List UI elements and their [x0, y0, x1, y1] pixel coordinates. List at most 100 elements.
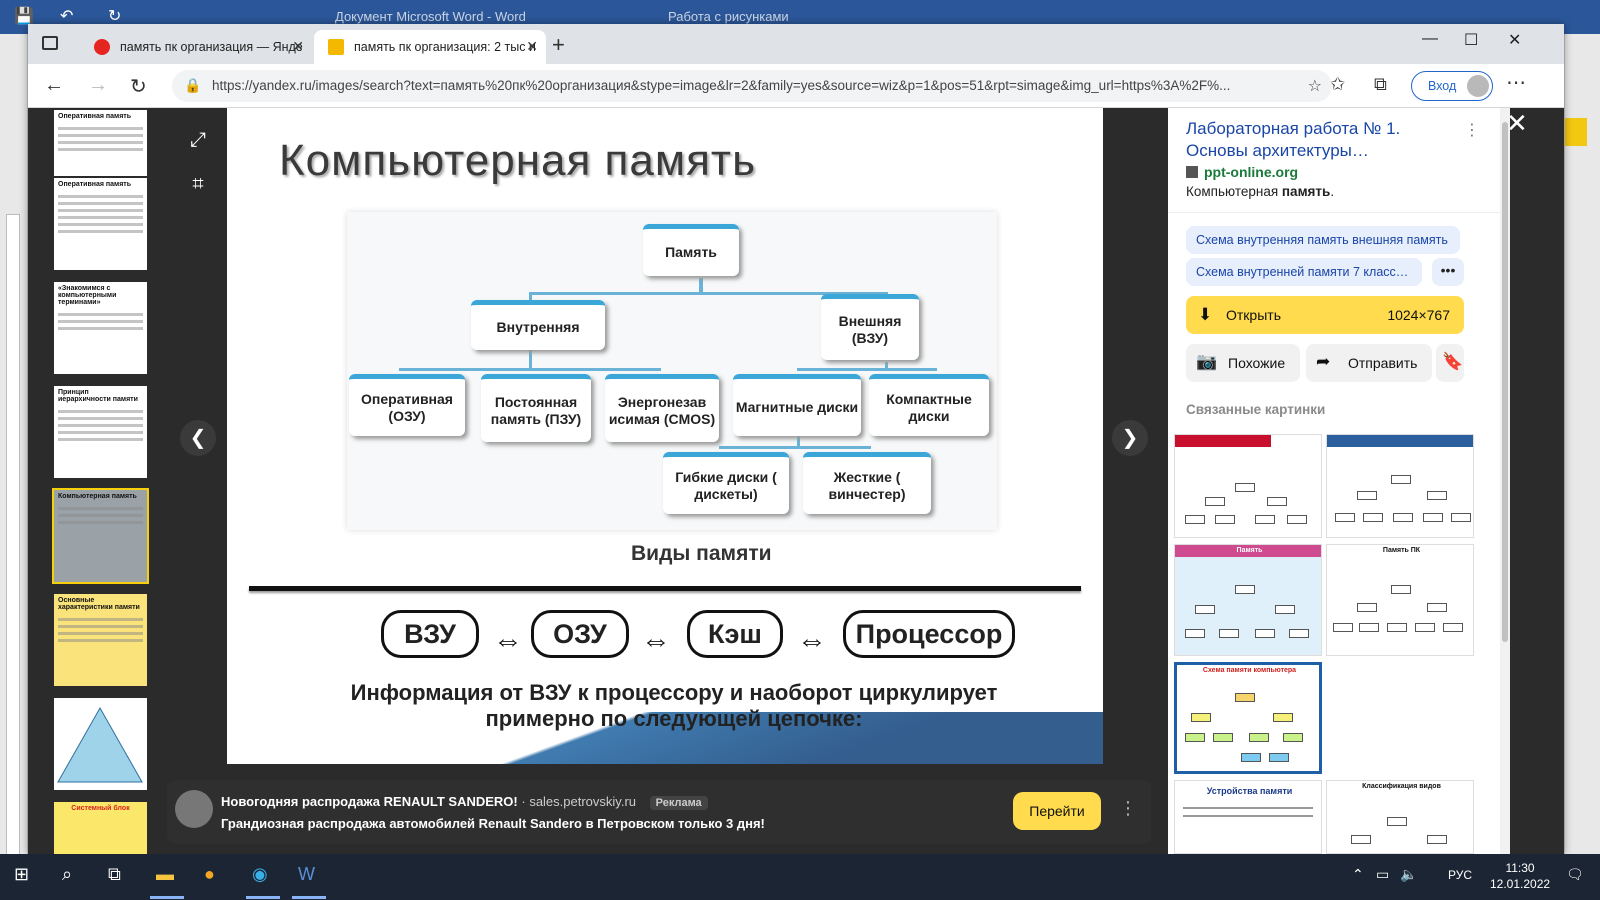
thumbnail-strip[interactable]: Оперативная память Оперативная память «З… — [50, 108, 154, 854]
ad-domain[interactable]: · sales.petrovskiy.ru — [521, 794, 636, 809]
start-icon[interactable]: ⊞ — [14, 864, 29, 885]
related-image[interactable]: Устройства памяти — [1174, 780, 1322, 854]
save-icon[interactable]: 💾 — [14, 6, 34, 26]
share-button[interactable]: ➦ Отправить — [1306, 344, 1432, 382]
forward-icon[interactable]: → — [88, 74, 108, 97]
url-text[interactable]: https://yandex.ru/images/search?text=пам… — [212, 78, 1272, 93]
file-explorer-icon[interactable]: ▬ — [156, 864, 174, 885]
maximize-icon[interactable]: ☐ — [1464, 30, 1478, 50]
task-view-icon[interactable]: ⧉ — [108, 864, 121, 885]
redo-icon[interactable]: ↻ — [108, 6, 121, 26]
source-description: Компьютерная память. — [1186, 184, 1335, 199]
thumbnail-item[interactable]: Оперативная память — [52, 176, 149, 272]
thumbnail-item[interactable]: Системный блок — [52, 800, 149, 854]
next-image-icon[interactable]: ❯ — [1112, 420, 1148, 456]
close-tab-icon[interactable]: ✕ — [526, 38, 538, 55]
browser-toolbar: ← → ↻ 🔒 https://yandex.ru/images/search?… — [28, 64, 1564, 108]
more-chips-button[interactable]: ••• — [1432, 258, 1464, 286]
word-icon[interactable]: W — [298, 864, 315, 885]
yandex-favicon-icon — [94, 39, 110, 55]
thumbnail-item[interactable] — [52, 696, 149, 792]
ad-banner[interactable]: Новогодняя распродажа RENAULT SANDERO! ·… — [167, 780, 1151, 844]
edge-icon[interactable]: ◉ — [252, 864, 268, 885]
fullscreen-icon[interactable]: ⤢ — [180, 122, 216, 158]
node-hard: Жесткие ( винчестер) — [803, 452, 931, 514]
back-icon[interactable]: ← — [44, 74, 64, 97]
thumbnail-item[interactable]: «Знакомимся с компьютерными терминами» — [52, 280, 149, 376]
notifications-icon[interactable]: 🗨 — [1566, 866, 1584, 883]
login-label: Вход — [1428, 79, 1457, 93]
new-tab-icon[interactable]: + — [552, 32, 565, 58]
site-name[interactable]: ppt-online.org — [1204, 164, 1298, 180]
tab-label: память пк организация — Янде — [120, 40, 303, 54]
collections-icon[interactable]: ⧉ — [1374, 74, 1387, 95]
pyramid-thumbnail — [57, 706, 143, 783]
car-ad-image — [175, 790, 213, 828]
show-hidden-icon[interactable]: ⌃ — [1352, 866, 1364, 883]
ad-text: Грандиозная распродажа автомобилей Renau… — [221, 816, 765, 831]
address-bar[interactable]: 🔒 https://yandex.ru/images/search?text=п… — [172, 70, 1332, 102]
image-info-panel: Лабораторная работа № 1. Основы архитект… — [1168, 108, 1500, 854]
source-title-link[interactable]: Лабораторная работа № 1. Основы архитект… — [1186, 118, 1446, 162]
bookmark-icon: 🔖 — [1442, 352, 1464, 371]
browser-window: память пк организация — Янде ✕ память пк… — [28, 24, 1564, 854]
undo-icon[interactable]: ↶ — [60, 6, 73, 26]
slide-title: Компьютерная память — [279, 136, 757, 185]
tab-yandex-images[interactable]: память пк организация: 2 тыс и ✕ — [314, 30, 546, 64]
query-chip[interactable]: Схема внутренняя память внешняя память — [1186, 226, 1460, 254]
panel-menu-icon[interactable]: ⋮ — [1464, 120, 1480, 140]
node-external: Внешняя (ВЗУ) — [821, 294, 919, 360]
panel-scrollbar[interactable] — [1500, 108, 1510, 854]
word-left-pane — [0, 34, 28, 864]
bookmark-button[interactable]: 🔖 — [1436, 344, 1464, 382]
share-icon: ➦ — [1316, 352, 1331, 371]
ad-go-button[interactable]: Перейти — [1013, 792, 1101, 830]
main-image[interactable]: Компьютерная память Память Внутренняя Вн… — [227, 108, 1103, 764]
tab-yandex-search[interactable]: память пк организация — Янде ✕ — [80, 30, 312, 64]
ad-headline[interactable]: Новогодняя распродажа RENAULT SANDERO! — [221, 794, 518, 809]
more-menu-icon[interactable]: ⋯ — [1506, 70, 1526, 95]
reload-icon[interactable]: ↻ — [130, 74, 147, 99]
previous-image-icon[interactable]: ❮ — [180, 420, 216, 456]
query-chip[interactable]: Схема внутренней памяти 7 класс… — [1186, 258, 1422, 286]
thumbnail-item-selected[interactable]: Компьютерная память — [52, 488, 149, 584]
search-icon[interactable]: ⌕ — [62, 864, 72, 885]
scrollbar-thumb[interactable] — [1502, 122, 1508, 642]
open-image-button[interactable]: ⬇ Открыть 1024×767 — [1186, 296, 1464, 334]
word-right-pane — [1564, 34, 1600, 854]
desc-bold: память — [1281, 184, 1331, 199]
close-window-icon[interactable]: ✕ — [1508, 30, 1521, 50]
add-favorite-icon[interactable]: ☆ — [1308, 76, 1322, 96]
related-image[interactable]: Классификация видов — [1326, 780, 1474, 854]
thumbnail-item[interactable]: Основные характеристики памяти — [52, 592, 149, 688]
ad-tag: Реклама — [649, 796, 708, 810]
close-tab-icon[interactable]: ✕ — [292, 38, 304, 55]
favorites-icon[interactable]: ✩ — [1330, 74, 1345, 95]
related-image[interactable] — [1326, 434, 1474, 538]
related-image[interactable]: Память ПК — [1326, 544, 1474, 656]
minimize-icon[interactable]: — — [1422, 30, 1438, 48]
close-viewer-icon[interactable]: ✕ — [1506, 108, 1528, 139]
crop-icon[interactable]: ⌗ — [180, 166, 216, 202]
network-icon[interactable]: ▭ — [1376, 866, 1389, 883]
clock-date: 12.01.2022 — [1490, 877, 1551, 891]
thumbnail-title: Оперативная память — [58, 113, 132, 120]
download-icon: ⬇ — [1198, 305, 1213, 324]
tab-actions-icon[interactable] — [42, 36, 58, 50]
source-site[interactable]: ppt-online.org — [1186, 164, 1298, 180]
yandex-browser-icon[interactable]: ● — [204, 864, 215, 885]
ad-more-icon[interactable]: ⋮ — [1119, 798, 1137, 819]
diagram-caption: Виды памяти — [631, 542, 772, 565]
similar-button[interactable]: 📷 Похожие — [1186, 344, 1300, 382]
language-indicator[interactable]: РУС — [1448, 868, 1472, 882]
thumbnail-item[interactable]: Принцип иерархичности памяти — [52, 384, 149, 480]
node-internal: Внутренняя — [471, 300, 605, 350]
volume-icon[interactable]: 🔈 — [1400, 866, 1417, 883]
related-image[interactable]: Схема памяти компьютера — [1174, 662, 1322, 774]
desc-text: Компьютерная — [1186, 184, 1282, 199]
related-image[interactable] — [1174, 434, 1322, 538]
related-image[interactable]: Память — [1174, 544, 1322, 656]
clock[interactable]: 11:30 12.01.2022 — [1490, 860, 1550, 892]
login-button[interactable]: Вход — [1411, 71, 1493, 101]
thumbnail-title: Системный блок — [71, 805, 130, 812]
